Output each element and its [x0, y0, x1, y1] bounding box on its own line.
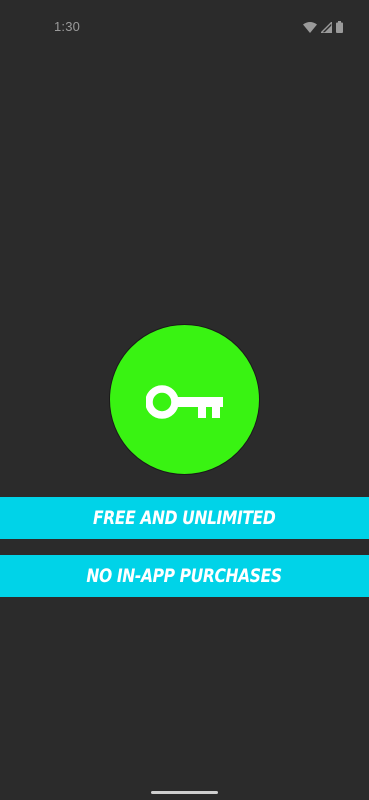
splash-screen: 1:30 FREE AND UNLIMITED NO IN-APP PURCHA… — [0, 0, 369, 800]
status-bar: 1:30 — [0, 0, 369, 56]
app-logo — [109, 324, 260, 475]
status-icons — [303, 21, 343, 33]
gesture-nav-handle[interactable] — [151, 791, 218, 794]
banner-text: FREE AND UNLIMITED — [93, 507, 276, 529]
cellular-signal-icon — [321, 21, 332, 33]
battery-icon — [336, 21, 343, 33]
wifi-icon — [303, 21, 317, 33]
banner-free-unlimited: FREE AND UNLIMITED — [0, 497, 369, 539]
banner-text: NO IN-APP PURCHASES — [86, 565, 283, 587]
status-time: 1:30 — [54, 19, 81, 34]
banner-no-purchases: NO IN-APP PURCHASES — [0, 555, 369, 597]
